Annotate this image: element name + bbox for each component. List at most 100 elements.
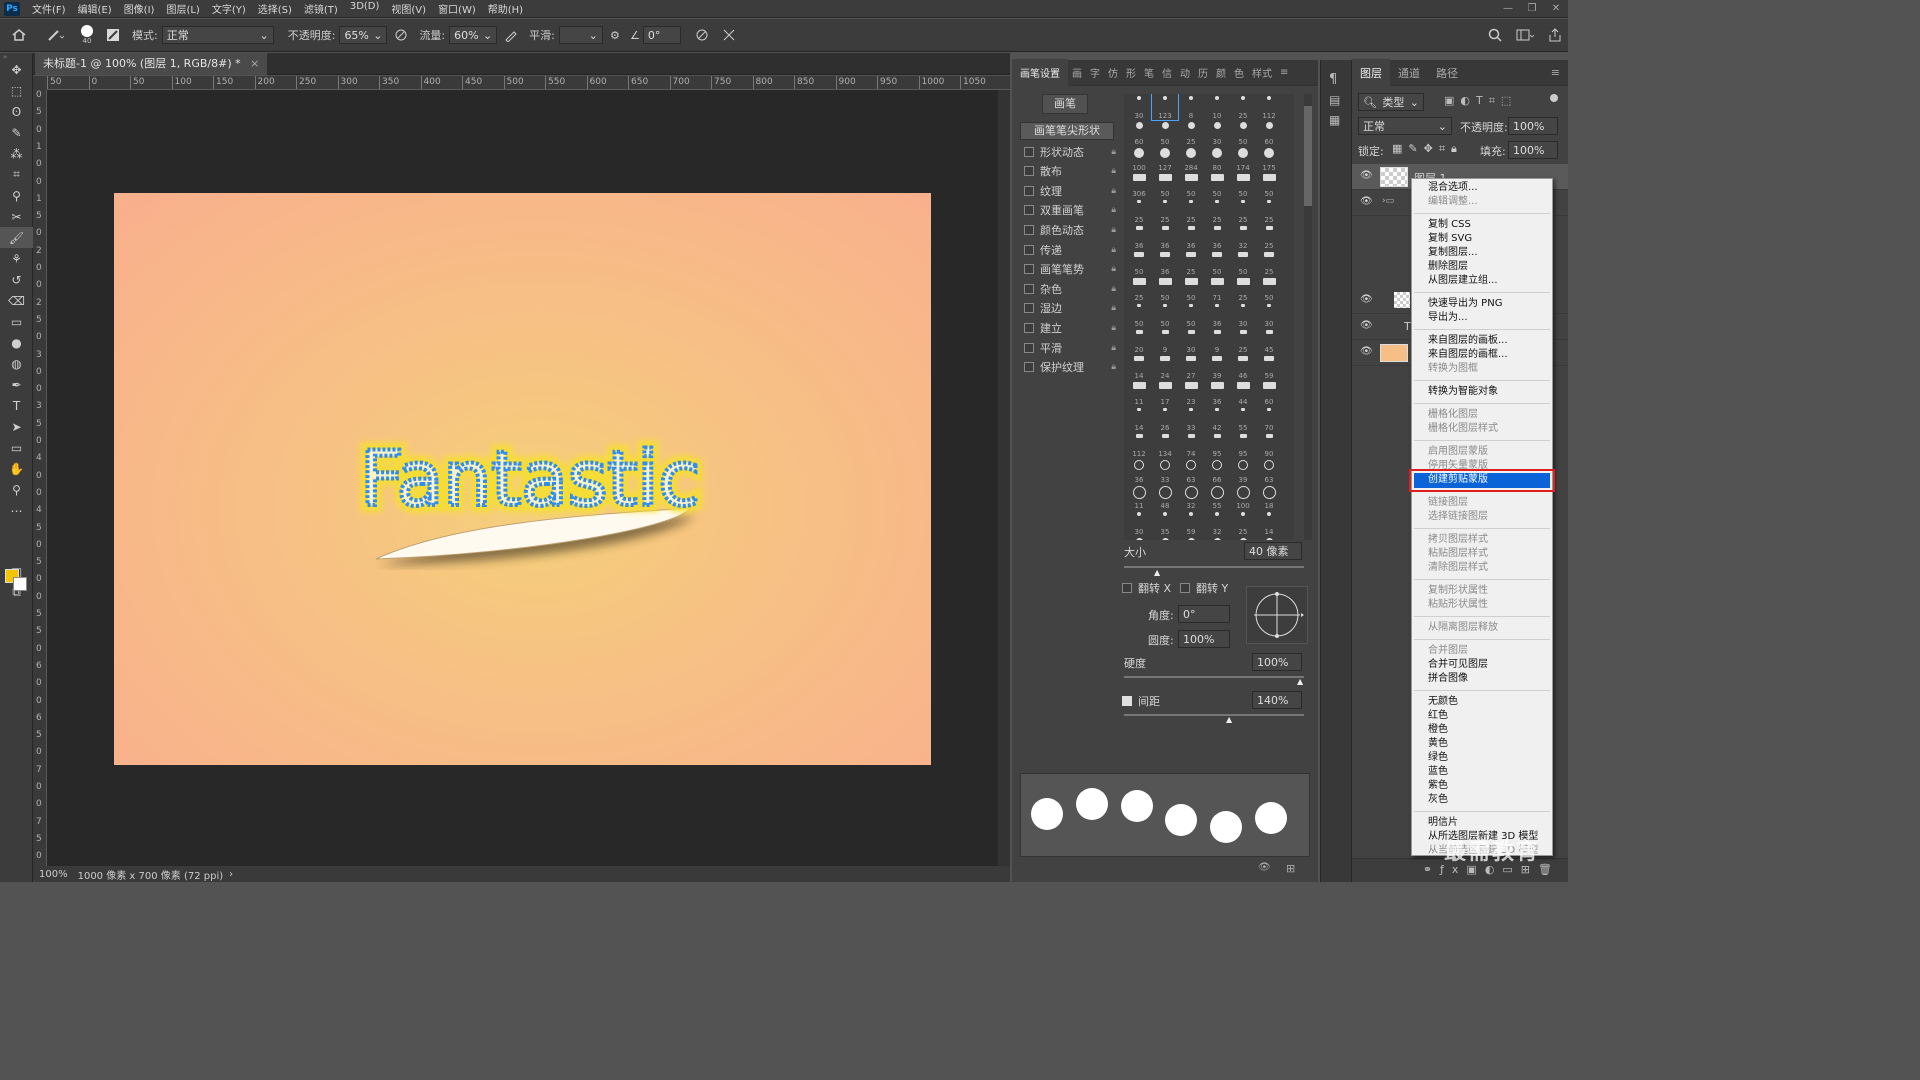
- option-checkbox[interactable]: [1024, 322, 1034, 333]
- brush-preset[interactable]: 33: [1152, 458, 1178, 484]
- option-checkbox[interactable]: [1024, 146, 1034, 157]
- minimize-icon[interactable]: —: [1496, 0, 1520, 18]
- brush-preset[interactable]: 36: [1204, 302, 1230, 328]
- vertical-ruler[interactable]: 0 5 0 1 0 0 1 5 0 2 0 0 2 5 0 3 0 0 3 5 0 4 0 0 4 5 0 5 0 0 5 5 0 6 0 0 6 5 0 7…: [33, 90, 47, 866]
- brush-preset[interactable]: 50: [1178, 302, 1204, 328]
- brush-option-1[interactable]: 散布 🔒︎: [1024, 162, 1116, 181]
- brush-preset[interactable]: 50: [1152, 276, 1178, 302]
- ruler-origin[interactable]: [33, 76, 47, 90]
- type-tool-icon[interactable]: T: [0, 395, 33, 416]
- brush-preset[interactable]: 30: [1230, 302, 1256, 328]
- brush-preset[interactable]: 25: [1126, 198, 1152, 224]
- tab-brush-settings[interactable]: 画笔设置: [1012, 59, 1068, 86]
- filter-toggle-icon[interactable]: [1550, 94, 1558, 102]
- brush-preset[interactable]: 50: [1152, 172, 1178, 198]
- lock-icon[interactable]: 🔒︎: [1111, 264, 1116, 274]
- brush-preset[interactable]: 10: [1204, 94, 1230, 120]
- menu-item[interactable]: 编辑(E): [72, 1, 118, 16]
- brush-preset[interactable]: 50: [1230, 120, 1256, 146]
- spacing-checkbox[interactable]: 间距: [1122, 693, 1160, 709]
- option-checkbox[interactable]: [1024, 264, 1034, 275]
- hardness-slider-thumb[interactable]: ▲: [1297, 677, 1303, 686]
- zoom-level[interactable]: 100%: [39, 869, 68, 880]
- visibility-eye-icon[interactable]: 👁: [1360, 346, 1373, 357]
- brush-option-6[interactable]: 画笔笔势 🔒︎: [1024, 260, 1116, 279]
- visibility-eye-icon[interactable]: 👁: [1360, 170, 1373, 181]
- option-checkbox[interactable]: [1024, 342, 1034, 353]
- menu-item[interactable]: 绿色: [1428, 751, 1448, 765]
- menu-item[interactable]: 文字(Y): [206, 1, 252, 16]
- spacing-slider-thumb[interactable]: ▲: [1226, 715, 1232, 724]
- menu-item[interactable]: 选择(S): [252, 1, 298, 16]
- quick-select-tool-icon[interactable]: ✎: [0, 122, 33, 143]
- panel-tab[interactable]: 颜: [1212, 65, 1230, 80]
- brush-preset[interactable]: 74: [1178, 432, 1204, 458]
- brush-preset[interactable]: 45: [1256, 328, 1282, 354]
- panel-tab[interactable]: 字: [1086, 65, 1104, 80]
- brush-preset[interactable]: 32: [1204, 510, 1230, 536]
- hand-tool-icon[interactable]: ✋: [0, 458, 33, 479]
- menu-item[interactable]: 视图(V): [385, 1, 432, 16]
- brush-preset[interactable]: 10: [1256, 536, 1282, 540]
- gear-icon[interactable]: ⚙: [603, 29, 627, 42]
- fill-input[interactable]: 100%: [1508, 141, 1558, 159]
- brush-preset[interactable]: 24: [1152, 354, 1178, 380]
- brush-settings-toggle-icon[interactable]: [102, 28, 124, 42]
- brush-preset[interactable]: 17: [1152, 380, 1178, 406]
- brush-preset[interactable]: 33: [1178, 406, 1204, 432]
- panel-tab[interactable]: 信: [1158, 65, 1176, 80]
- brush-preset[interactable]: 95: [1230, 432, 1256, 458]
- color-swatches[interactable]: [3, 561, 31, 595]
- properties-icon[interactable]: ▤: [1329, 93, 1351, 107]
- panel-menu-icon[interactable]: ≡: [1276, 67, 1292, 78]
- size-slider-thumb[interactable]: ▲: [1154, 568, 1160, 577]
- brush-preset[interactable]: 127: [1152, 146, 1178, 172]
- new-brush-icon[interactable]: ⊞: [1286, 862, 1295, 875]
- brush-preset[interactable]: 36: [1126, 224, 1152, 250]
- brush-preset[interactable]: 46: [1230, 354, 1256, 380]
- brush-preset[interactable]: 30: [1178, 328, 1204, 354]
- menu-item[interactable]: 拼合图像: [1428, 672, 1468, 686]
- menu-item[interactable]: 来自图层的画框...: [1428, 348, 1508, 362]
- brush-preset[interactable]: 25: [1256, 224, 1282, 250]
- pen-tool-icon[interactable]: ✒: [0, 374, 33, 395]
- layers-tab[interactable]: 路径: [1428, 65, 1466, 81]
- lock-icon[interactable]: 🔒︎: [1111, 362, 1116, 372]
- brush-preset[interactable]: 47: [1230, 536, 1256, 540]
- brush-preset[interactable]: 14: [1126, 406, 1152, 432]
- brush-preset[interactable]: 25: [1126, 276, 1152, 302]
- brush-preset[interactable]: 23: [1178, 536, 1204, 540]
- brush-preset[interactable]: 26: [1152, 406, 1178, 432]
- brush-preset[interactable]: 60: [1256, 380, 1282, 406]
- home-icon[interactable]: [0, 28, 38, 42]
- brush-preset[interactable]: 55: [1230, 406, 1256, 432]
- angle-input[interactable]: 0°: [642, 26, 681, 44]
- size-input[interactable]: 40 像素: [1244, 542, 1302, 560]
- preset-scrollbar[interactable]: [1304, 94, 1312, 540]
- menu-item[interactable]: 来自图层的画板...: [1428, 334, 1508, 348]
- document-tab[interactable]: 未标题-1 @ 100% (图层 1, RGB/8#) * ×: [35, 53, 268, 75]
- menu-item[interactable]: 黄色: [1428, 737, 1448, 751]
- panel-tab[interactable]: 色: [1230, 65, 1248, 80]
- brush-option-8[interactable]: 湿边 🔒︎: [1024, 299, 1116, 318]
- brush-preset[interactable]: 25: [1230, 510, 1256, 536]
- brush-preset[interactable]: 11: [1126, 484, 1152, 510]
- brush-preset[interactable]: 23: [1178, 380, 1204, 406]
- flip-x-checkbox[interactable]: 翻转 X: [1122, 580, 1171, 596]
- brush-preset[interactable]: 50: [1178, 276, 1204, 302]
- close-icon[interactable]: ✕: [1544, 0, 1568, 18]
- brush-preset[interactable]: 50: [1256, 276, 1282, 302]
- menu-item[interactable]: 图层(L): [160, 1, 205, 16]
- brush-preset[interactable]: 25: [1230, 328, 1256, 354]
- opacity-input[interactable]: 65% ⌄: [339, 26, 388, 44]
- magic-wand-tool-icon[interactable]: ⁂: [0, 143, 33, 164]
- workspace-icon[interactable]: [1508, 28, 1542, 42]
- brush-preset[interactable]: 63: [1178, 458, 1204, 484]
- brush-preset[interactable]: 36: [1204, 380, 1230, 406]
- spacing-slider-track[interactable]: [1124, 714, 1304, 716]
- brush-preset[interactable]: 30: [1256, 302, 1282, 328]
- lock-icon[interactable]: 🔒︎: [1111, 343, 1116, 353]
- brush-preset[interactable]: 32: [1178, 484, 1204, 510]
- horizontal-ruler[interactable]: 50 0 50 100 150 200 250 300 350 400 450 500 550 600 65…: [47, 76, 1010, 90]
- lock-icon[interactable]: 🔒︎: [1111, 303, 1116, 313]
